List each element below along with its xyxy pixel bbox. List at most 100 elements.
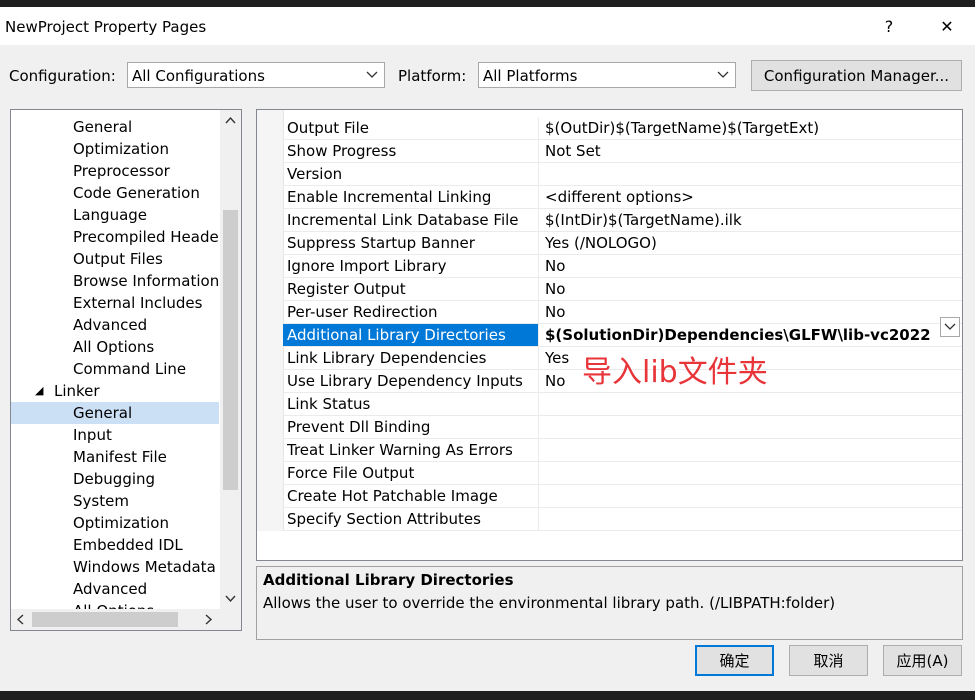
tree-item[interactable]: All Options	[11, 336, 219, 358]
property-value[interactable]	[541, 462, 962, 484]
value-dropdown-button[interactable]	[940, 317, 960, 337]
tree-item-label: Preprocessor	[73, 162, 170, 180]
scroll-left-icon[interactable]	[16, 614, 24, 625]
configuration-manager-button[interactable]: Configuration Manager...	[751, 60, 962, 91]
property-row[interactable]: Per-user Redirection No	[283, 301, 962, 324]
cancel-button[interactable]: 取消	[789, 645, 868, 676]
property-value[interactable]: No	[541, 255, 962, 277]
property-value[interactable]	[541, 163, 962, 185]
property-value[interactable]: $(SolutionDir)Dependencies\GLFW\lib-vc20…	[541, 324, 962, 346]
property-grid[interactable]: Output File $(OutDir)$(TargetName)$(Targe…	[256, 109, 963, 561]
property-name[interactable]: Specify Section Attributes	[283, 508, 539, 530]
property-value[interactable]: $(IntDir)$(TargetName).ilk	[541, 209, 962, 231]
tree-item[interactable]: Code Generation	[11, 182, 219, 204]
property-row[interactable]: Treat Linker Warning As Errors	[283, 439, 962, 462]
property-row[interactable]: Version	[283, 163, 962, 186]
platform-label: Platform:	[398, 67, 467, 85]
tree-item-label: Debugging	[73, 470, 156, 488]
property-row[interactable]: Register Output No	[283, 278, 962, 301]
property-name[interactable]: Prevent Dll Binding	[283, 416, 539, 438]
property-name[interactable]: Treat Linker Warning As Errors	[283, 439, 539, 461]
tree-item[interactable]: External Includes	[11, 292, 219, 314]
property-name[interactable]: Per-user Redirection	[283, 301, 539, 323]
property-value[interactable]: Not Set	[541, 140, 962, 162]
tree-item[interactable]: ◢ Linker	[11, 380, 219, 402]
scroll-right-icon[interactable]	[205, 614, 213, 625]
tree-item[interactable]: Optimization	[11, 512, 219, 534]
property-name[interactable]: Enable Incremental Linking	[283, 186, 539, 208]
tree-item[interactable]: Precompiled Heade	[11, 226, 219, 248]
scroll-corner	[220, 609, 241, 630]
property-name[interactable]: Suppress Startup Banner	[283, 232, 539, 254]
property-name[interactable]: Output File	[283, 117, 539, 139]
tree-item[interactable]: Browse Information	[11, 270, 219, 292]
property-value[interactable]	[541, 416, 962, 438]
tree-item[interactable]: Advanced	[11, 578, 219, 600]
property-row[interactable]: Output File $(OutDir)$(TargetName)$(Targe…	[283, 117, 962, 140]
property-row[interactable]: Link Status	[283, 393, 962, 416]
tree-item-label: External Includes	[73, 294, 203, 312]
property-value[interactable]	[541, 393, 962, 415]
tree-item[interactable]: Debugging	[11, 468, 219, 490]
tree-item[interactable]: General	[11, 116, 219, 138]
property-name[interactable]: Version	[283, 163, 539, 185]
property-row[interactable]: Ignore Import Library No	[283, 255, 962, 278]
tree-item[interactable]: Output Files	[11, 248, 219, 270]
property-name[interactable]: Ignore Import Library	[283, 255, 539, 277]
tree-horizontal-scrollbar[interactable]	[11, 609, 221, 630]
property-value[interactable]	[541, 485, 962, 507]
tree-item[interactable]: Command Line	[11, 358, 219, 380]
help-button[interactable]: ?	[866, 7, 912, 45]
property-value[interactable]	[541, 508, 962, 530]
tree-scroll-thumb[interactable]	[223, 210, 238, 490]
platform-select[interactable]: All Platforms	[478, 62, 736, 88]
apply-button[interactable]: 应用(A)	[883, 645, 962, 676]
property-row[interactable]: Show Progress Not Set	[283, 140, 962, 163]
property-name[interactable]: Link Library Dependencies	[283, 347, 539, 369]
expanded-caret-icon[interactable]: ◢	[35, 380, 43, 402]
tree-hscroll-thumb[interactable]	[32, 612, 178, 627]
configuration-select[interactable]: All Configurations	[127, 62, 385, 88]
property-value[interactable]: $(OutDir)$(TargetName)$(TargetExt)	[541, 117, 962, 139]
property-row[interactable]: Force File Output	[283, 462, 962, 485]
tree-item[interactable]: Input	[11, 424, 219, 446]
property-row[interactable]: Incremental Link Database File $(IntDir)$…	[283, 209, 962, 232]
property-row[interactable]: Prevent Dll Binding	[283, 416, 962, 439]
description-panel: Additional Library Directories Allows th…	[256, 566, 963, 640]
property-value[interactable]: No	[541, 301, 962, 323]
tree-item[interactable]: Manifest File	[11, 446, 219, 468]
property-row[interactable]: Suppress Startup Banner Yes (/NOLOGO)	[283, 232, 962, 255]
ok-button[interactable]: 确定	[695, 645, 774, 676]
property-value[interactable]: Yes (/NOLOGO)	[541, 232, 962, 254]
property-name[interactable]: Show Progress	[283, 140, 539, 162]
property-name[interactable]: Register Output	[283, 278, 539, 300]
property-row[interactable]: Create Hot Patchable Image	[283, 485, 962, 508]
property-name[interactable]: Force File Output	[283, 462, 539, 484]
property-name[interactable]: Use Library Dependency Inputs	[283, 370, 539, 392]
property-row[interactable]: Additional Library Directories $(Solution…	[283, 324, 962, 347]
tree-item[interactable]: General	[11, 402, 219, 424]
tree-item[interactable]: Windows Metadata	[11, 556, 219, 578]
tree-item[interactable]: Preprocessor	[11, 160, 219, 182]
property-row[interactable]: Specify Section Attributes	[283, 508, 962, 531]
tree-item[interactable]: Optimization	[11, 138, 219, 160]
property-name[interactable]: Create Hot Patchable Image	[283, 485, 539, 507]
scroll-up-icon[interactable]	[225, 116, 236, 124]
tree-item[interactable]: System	[11, 490, 219, 512]
property-value[interactable]: No	[541, 278, 962, 300]
close-button[interactable]: ✕	[924, 7, 970, 45]
property-name[interactable]: Additional Library Directories	[283, 324, 539, 346]
property-row[interactable]: Enable Incremental Linking <different opt…	[283, 186, 962, 209]
tree-item[interactable]: Language	[11, 204, 219, 226]
category-tree[interactable]: General Optimization Preprocessor Code Gene…	[10, 109, 242, 631]
property-value[interactable]	[541, 439, 962, 461]
property-name[interactable]: Link Status	[283, 393, 539, 415]
tree-vertical-scrollbar[interactable]	[220, 110, 241, 609]
property-name[interactable]: Incremental Link Database File	[283, 209, 539, 231]
configuration-value: All Configurations	[132, 67, 265, 85]
property-value[interactable]: <different options>	[541, 186, 962, 208]
tree-item[interactable]: Advanced	[11, 314, 219, 336]
scroll-down-icon[interactable]	[225, 595, 236, 603]
tree-item[interactable]: Embedded IDL	[11, 534, 219, 556]
chevron-down-icon	[366, 71, 378, 78]
